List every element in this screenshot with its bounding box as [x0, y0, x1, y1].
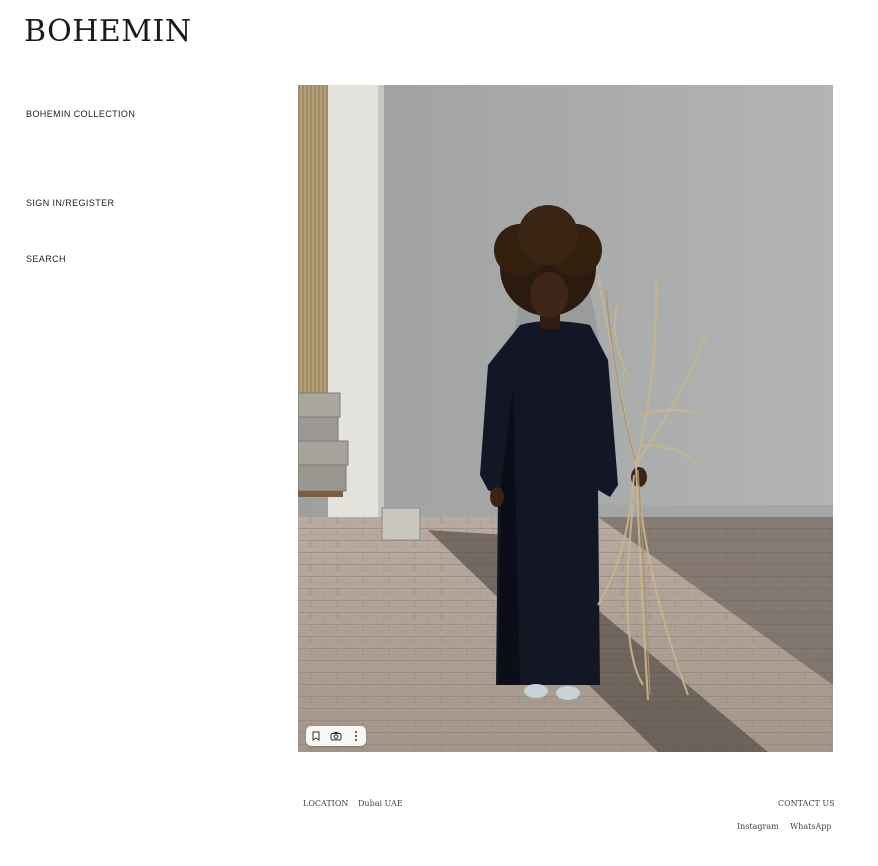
camera-icon[interactable] — [328, 728, 344, 744]
brand-logo[interactable]: BOHEMIN — [24, 12, 192, 52]
hero-image — [298, 85, 833, 752]
nav-collection-link[interactable]: BOHEMIN COLLECTION — [26, 108, 135, 120]
nav-sign-in-link[interactable]: SIGN IN/REGISTER — [26, 197, 114, 209]
bookmark-icon[interactable] — [308, 728, 324, 744]
footer-location-value: Dubai UAE — [358, 799, 403, 808]
hero-photo — [298, 85, 833, 752]
nav-search-link[interactable]: SEARCH — [26, 253, 66, 265]
more-icon[interactable] — [348, 728, 364, 744]
image-toolbar — [306, 726, 366, 746]
footer-location-label: LOCATION — [303, 799, 349, 808]
footer-whatsapp-link[interactable]: WhatsApp — [790, 822, 831, 832]
footer-contact-link[interactable]: CONTACT US — [778, 799, 835, 809]
footer-instagram-link[interactable]: Instagram — [737, 822, 779, 832]
